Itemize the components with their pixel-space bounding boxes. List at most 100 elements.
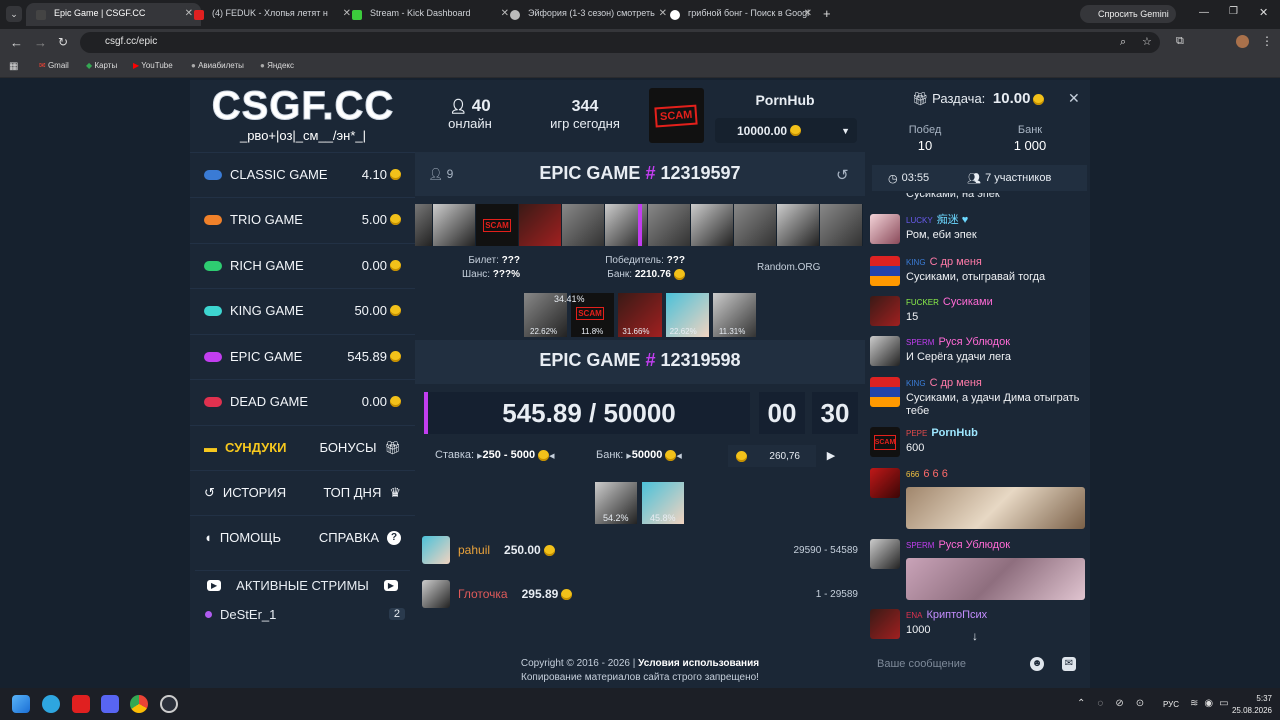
chrome-icon[interactable] [130, 695, 148, 713]
user-icon: 👤︎ [449, 98, 468, 114]
roulette-avatar [433, 204, 476, 246]
send-button[interactable]: ✉ [1062, 657, 1076, 671]
coin-icon [390, 214, 401, 225]
tab-euphoria[interactable]: Эйфория (1-3 сезон) смотреть ✕ [500, 3, 675, 26]
help-link[interactable]: ПОМОЩЬ [220, 530, 281, 545]
menu-dots-icon[interactable]: ⋮ [1261, 34, 1273, 48]
live-dot-icon [205, 610, 212, 618]
reference-link[interactable]: СПРАВКА [319, 530, 379, 545]
coin-icon [390, 169, 401, 180]
flag-avatar[interactable] [870, 377, 900, 407]
google-favicon [670, 10, 680, 20]
telegram-icon[interactable] [42, 695, 60, 713]
avatar[interactable] [422, 536, 450, 564]
coin-icon [736, 450, 747, 462]
bookmark-yandex[interactable]: ● Яндекс [260, 61, 294, 70]
users-icon: 👥︎ [967, 172, 982, 185]
close-giveaway-icon[interactable]: ✕ [1068, 90, 1080, 107]
logo-subtitle: _рво+|оз|_см__/эн*_| [239, 128, 367, 143]
tab-list-button[interactable]: ⌄ [6, 6, 22, 22]
new-tab-button[interactable]: + [823, 6, 831, 21]
avatar[interactable]: SCAM [870, 427, 900, 457]
tab-youtube[interactable]: (4) FEDUK - Хлопья летят н ✕ [184, 3, 359, 26]
discord-icon[interactable] [101, 695, 119, 713]
youtube-app-icon[interactable] [72, 695, 90, 713]
chat-input[interactable]: Ваше сообщение [870, 648, 1020, 682]
coin-icon [543, 544, 555, 556]
top-user-amount[interactable]: 10000.00 ▼ [715, 118, 857, 143]
avatar[interactable] [870, 296, 900, 326]
terms-link[interactable]: Условия использования [638, 658, 759, 669]
avatar[interactable] [870, 609, 900, 639]
menu-trio-game[interactable]: TRIO GAME 5.00 [190, 197, 415, 241]
bet-input[interactable]: 260,76 [728, 445, 816, 467]
avatar[interactable] [870, 214, 900, 244]
clock[interactable]: 5:37 25.08.2026 [1228, 693, 1272, 717]
menu-rich-game[interactable]: RICH GAME 0.00 [190, 243, 415, 287]
site-favicon [510, 10, 520, 20]
maximize-icon[interactable]: ❐ [1229, 6, 1238, 17]
tab-csgf[interactable]: Epic Game | CSGF.CC ✕ [26, 3, 201, 26]
steam-icon[interactable] [160, 695, 178, 713]
roulette-avatar [777, 204, 820, 246]
back-icon[interactable]: ← [10, 35, 23, 50]
windows-start-icon[interactable] [12, 695, 30, 713]
headset-icon: ◖ [204, 530, 212, 545]
language-indicator[interactable]: РУС [1163, 700, 1179, 709]
top-user-avatar[interactable]: SCAM [649, 88, 704, 143]
bookmark-flights[interactable]: ● Авиабилеты [191, 61, 244, 70]
emoji-button[interactable]: ☻ [1030, 657, 1044, 671]
prev-winner: Победитель: ??? Банк: 2210.76 [605, 255, 685, 280]
forward-icon[interactable]: → [34, 35, 47, 50]
menu-row-history: ↺ ИСТОРИЯ ТОП ДНЯ ♛ [190, 470, 415, 514]
close-window-icon[interactable]: ✕ [1259, 6, 1268, 19]
url-field[interactable]: csgf.cc/epic [80, 32, 1160, 53]
bookmark-star-icon[interactable]: ☆ [1142, 35, 1152, 48]
tab-google[interactable]: грибной бонг - Поиск в Googl ✕ [660, 3, 820, 26]
roulette-avatar: SCAM [476, 204, 519, 246]
bonuses-link[interactable]: БОНУСЫ [319, 440, 376, 455]
top-day-link[interactable]: ТОП ДНЯ [323, 485, 381, 500]
menu-epic-game[interactable]: EPIC GAME 545.89 [190, 334, 415, 378]
participant-avatar: 11.31% [712, 293, 757, 337]
devil-avatar[interactable] [870, 468, 900, 498]
bookmark-youtube[interactable]: ▶ YouTube [133, 61, 173, 70]
apps-grid-icon[interactable]: ▦ [9, 61, 18, 72]
avatar[interactable] [870, 539, 900, 569]
stream-item[interactable]: DeStEr_1 2 [200, 605, 405, 623]
coin-icon [790, 125, 802, 136]
menu-king-game[interactable]: KING GAME 50.00 [190, 288, 415, 332]
close-icon[interactable]: ✕ [804, 8, 812, 19]
profile-avatar[interactable] [1236, 35, 1249, 48]
gemini-button[interactable]: Спросить Gemini [1080, 5, 1176, 23]
site-logo[interactable]: CSGF.CC _рво+|оз|_см__/эн*_| [196, 82, 410, 144]
tray-icons[interactable]: ⌃◌⊘⊙ [1077, 698, 1156, 709]
participant-avatar: 45.8% [642, 482, 684, 524]
avatar[interactable] [870, 336, 900, 366]
games-stat: 344 игр сегодня [550, 98, 620, 131]
history-link[interactable]: ИСТОРИЯ [223, 485, 286, 500]
gift-icon: 🎁︎ [912, 91, 929, 106]
kick-favicon [352, 10, 362, 20]
reload-icon[interactable]: ↻ [58, 35, 68, 49]
flag-avatar[interactable] [870, 256, 900, 286]
coin-icon [390, 396, 401, 407]
bookmark-gmail[interactable]: ✉ Gmail [39, 61, 69, 70]
dropdown-caret-icon: ▼ [841, 125, 850, 136]
scroll-down-icon[interactable]: ↓ [972, 629, 978, 643]
menu-dead-game[interactable]: DEAD GAME 0.00 [190, 379, 415, 423]
bookmark-maps[interactable]: ◆ Карты [86, 61, 117, 70]
bet-range: Ставка: ▶250 - 5000 ◀ [435, 449, 555, 461]
chests-link[interactable]: СУНДУКИ [225, 440, 286, 455]
tab-kick[interactable]: Stream - Kick Dashboard ✕ [342, 3, 517, 26]
random-org-link[interactable]: Random.ORG [757, 262, 820, 273]
history-icon[interactable]: ↺ [836, 166, 849, 184]
place-bet-button[interactable]: ▶ [820, 445, 842, 467]
site-footer: Copyright © 2016 - 2026 | Условия исполь… [520, 658, 760, 683]
menu-classic-game[interactable]: CLASSIC GAME 4.10 [190, 152, 415, 196]
zoom-icon[interactable]: ⌕ [1120, 36, 1126, 49]
gamepad-icon [204, 396, 222, 407]
avatar[interactable] [422, 580, 450, 608]
minimize-icon[interactable]: — [1199, 7, 1209, 18]
extensions-icon[interactable]: ⧉ [1176, 35, 1184, 48]
